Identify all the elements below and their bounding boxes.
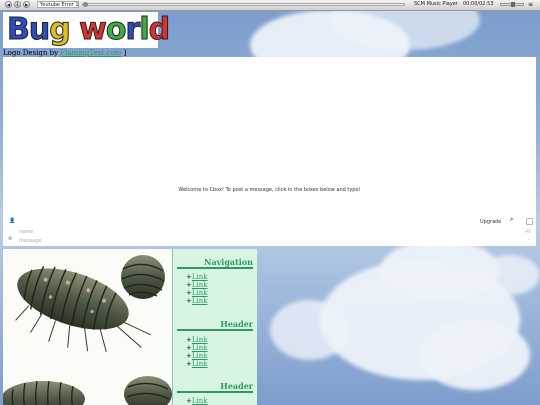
nav-link-anchor[interactable]: Link: [192, 344, 208, 352]
nav-link-anchor[interactable]: Link: [192, 297, 208, 305]
menu-icon[interactable]: ≡: [528, 1, 533, 8]
prev-icon[interactable]: ◀: [5, 1, 12, 8]
seek-bar[interactable]: [82, 2, 405, 7]
nav-link: +Link: [186, 360, 208, 368]
logo-letter: g: [49, 12, 72, 48]
name-input[interactable]: name: [19, 229, 33, 235]
cloud: [420, 320, 530, 390]
nav-link-anchor[interactable]: Link: [192, 281, 208, 289]
logo-letter: u: [28, 12, 50, 48]
nav-heading-header: Header: [220, 319, 253, 329]
welcome-message: Welcome to Cbox! To post a message, clic…: [178, 187, 361, 193]
checkbox-icon[interactable]: [526, 218, 533, 225]
track-title: Youtube Error 150: [37, 1, 79, 8]
logo-letter: B: [7, 12, 31, 48]
message-input[interactable]: message: [19, 238, 41, 244]
nav-link: +Link: [186, 273, 208, 281]
logo-letter: w: [79, 12, 108, 48]
pillbug-image: [3, 249, 172, 405]
nav-link-anchor[interactable]: Link: [192, 397, 208, 405]
seek-knob[interactable]: [83, 2, 88, 7]
gear-icon[interactable]: ⚙: [8, 236, 12, 242]
volume-slider[interactable]: [500, 2, 524, 7]
heading-rule: [177, 267, 253, 269]
external-link-icon[interactable]: ↗: [509, 217, 513, 223]
music-player: ◀ Ⅱ ▶ Youtube Error 150 SCM Music Player…: [0, 0, 540, 11]
nav-link: +Link: [186, 344, 208, 352]
credit-suffix: ]: [123, 49, 127, 57]
logo-credit: Logo Design by FlamingText.com ]: [3, 49, 126, 57]
user-icon[interactable]: 👤: [9, 218, 15, 224]
nav-link-anchor[interactable]: Link: [192, 352, 208, 360]
upgrade-link[interactable]: Upgrade: [480, 219, 501, 225]
next-icon[interactable]: ▶: [23, 1, 30, 8]
nav-link: +Link: [186, 289, 208, 297]
nav-heading-navigation: Navigation: [204, 257, 253, 267]
cloud: [270, 300, 350, 360]
nav-link: +Link: [186, 336, 208, 344]
credit-prefix: Logo Design by: [3, 49, 59, 57]
cbox-chat: Welcome to Cbox! To post a message, clic…: [3, 57, 536, 246]
logo-letter: [70, 12, 79, 47]
nav-link-anchor[interactable]: Link: [192, 360, 208, 368]
credit-link[interactable]: FlamingText.com: [60, 49, 121, 57]
nav-heading-header: Header: [220, 381, 253, 391]
nav-link: +Link: [186, 352, 208, 360]
logo-letter: l: [139, 12, 150, 48]
char-counter: 40: [525, 229, 532, 235]
pause-icon[interactable]: Ⅱ: [14, 1, 21, 8]
nav-link: +Link: [186, 297, 208, 305]
track-time: 00:00/02:53: [463, 1, 494, 7]
heading-rule: [177, 329, 253, 331]
nav-link: +Link: [186, 397, 208, 405]
nav-link-anchor[interactable]: Link: [192, 289, 208, 297]
nav-link-anchor[interactable]: Link: [192, 336, 208, 344]
pillbug-drawing: [3, 255, 172, 405]
nav-link: +Link: [186, 281, 208, 289]
logo-letter: o: [105, 12, 127, 48]
volume-knob[interactable]: [511, 2, 515, 7]
cloud: [480, 255, 540, 295]
nav-link-anchor[interactable]: Link: [192, 273, 208, 281]
logo-letter: d: [148, 12, 171, 48]
nav-sidebar: Navigation +Link +Link +Link +Link Heade…: [172, 249, 257, 405]
send-icon[interactable]: ›: [528, 237, 530, 243]
heading-rule: [177, 391, 253, 393]
site-logo: Bug world: [3, 12, 171, 48]
player-name: SCM Music Player: [414, 1, 458, 7]
logo-letter: r: [125, 12, 141, 48]
